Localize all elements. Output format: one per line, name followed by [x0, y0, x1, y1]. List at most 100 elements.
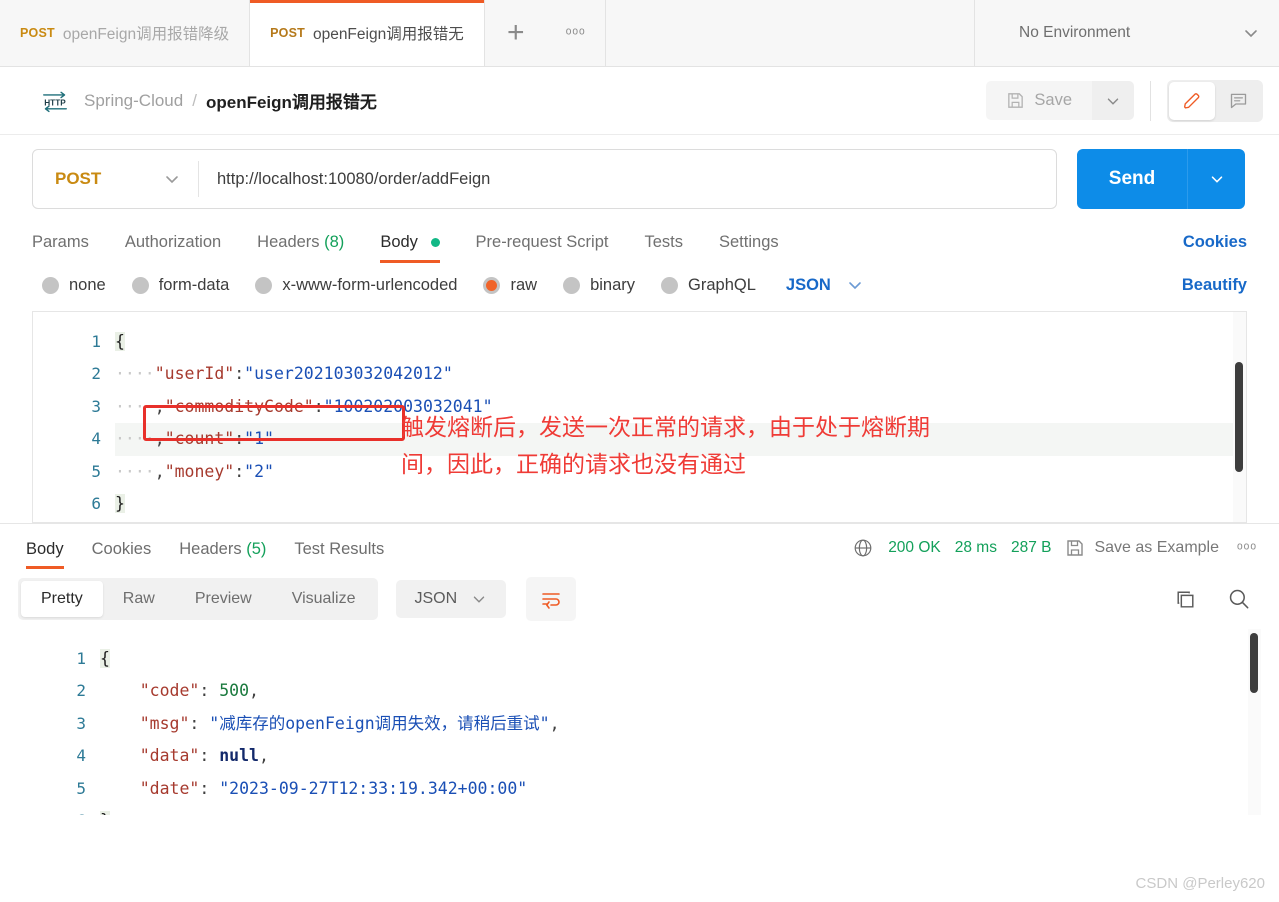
search-button[interactable] — [1217, 578, 1261, 620]
breadcrumb-separator: / — [192, 90, 197, 110]
chevron-down-icon — [1245, 30, 1257, 38]
tab-headers-label: Headers — [257, 233, 320, 251]
copy-button[interactable] — [1163, 578, 1207, 620]
scrollbar-thumb[interactable] — [1250, 633, 1258, 693]
response-tab-cookies[interactable]: Cookies — [92, 540, 152, 569]
scrollbar-thumb[interactable] — [1235, 362, 1243, 472]
url-input[interactable]: http://localhost:10080/order/addFeign — [199, 150, 1056, 208]
watermark: CSDN @Perley620 — [1135, 875, 1265, 892]
radio-icon — [661, 276, 679, 294]
tab-body[interactable]: Body — [380, 233, 440, 263]
code-line[interactable]: "msg": "减库存的openFeign调用失效，请稍后重试", — [100, 708, 1261, 740]
code-line[interactable]: { — [100, 643, 1261, 675]
body-type-binary[interactable]: binary — [563, 276, 635, 295]
line-number: 3 — [91, 396, 101, 416]
request-editor-scrollbar[interactable] — [1233, 312, 1246, 522]
code-token: : — [313, 396, 324, 416]
send-options-button[interactable] — [1187, 149, 1245, 209]
code-line[interactable]: "data": null, — [100, 740, 1261, 772]
radio-icon — [255, 276, 273, 294]
tab-settings[interactable]: Settings — [719, 233, 779, 263]
code-token: "code" — [139, 681, 200, 701]
request-tab-1[interactable]: POST openFeign调用报错无 — [250, 0, 485, 66]
tab-params[interactable]: Params — [32, 233, 89, 263]
response-status-group: 200 OK 28 ms 287 B Save as Example ᵒᵒᵒ — [852, 537, 1261, 569]
tab-pre-request-script[interactable]: Pre-request Script — [476, 233, 609, 263]
send-button-group: Send — [1077, 149, 1245, 209]
line-number: 6 — [18, 805, 86, 815]
response-body-editor[interactable]: 1 2 3 4 5 6 { "code": 500, "msg": "减库存的openFe… — [18, 629, 1261, 815]
tab-tests[interactable]: Tests — [644, 233, 683, 263]
tab-more-options-icon[interactable]: ᵒᵒᵒ — [547, 0, 605, 66]
request-tab-0[interactable]: POST openFeign调用报错降级 — [0, 0, 251, 66]
body-type-form-data-label: form-data — [158, 275, 230, 294]
environment-selector[interactable]: No Environment — [974, 0, 1279, 66]
code-line[interactable]: "code": 500, — [100, 675, 1261, 707]
tab-title-0: openFeign调用报错降级 — [62, 26, 230, 43]
body-type-urlencoded[interactable]: x-www-form-urlencoded — [255, 276, 457, 295]
tab-strip: POST openFeign调用报错降级 POST openFeign调用报错无… — [0, 0, 1279, 67]
code-token: : — [234, 364, 245, 384]
code-line[interactable]: } — [115, 488, 1246, 520]
response-format-selector[interactable]: JSON — [396, 580, 507, 618]
cookies-link[interactable]: Cookies — [1183, 233, 1247, 263]
new-tab-icon[interactable]: + — [485, 0, 547, 66]
body-type-graphql[interactable]: GraphQL — [661, 276, 756, 295]
response-more-options-icon[interactable]: ᵒᵒᵒ — [1233, 540, 1261, 557]
comment-button[interactable] — [1215, 82, 1261, 120]
beautify-button[interactable]: Beautify — [1182, 276, 1247, 295]
response-toolbar: Pretty Raw Preview Visualize JSON — [0, 569, 1279, 629]
response-tab-test-results[interactable]: Test Results — [294, 540, 384, 569]
body-type-form-data[interactable]: form-data — [131, 275, 230, 295]
line-number: 5 — [91, 461, 101, 481]
code-line[interactable]: ····"userId":"user202103032042012" — [115, 358, 1246, 390]
body-type-graphql-label: GraphQL — [688, 275, 756, 294]
body-type-raw[interactable]: raw — [483, 276, 537, 295]
tab-headers[interactable]: Headers (8) — [257, 233, 344, 263]
response-tab-headers[interactable]: Headers (5) — [179, 540, 266, 569]
response-format-label: JSON — [414, 590, 458, 607]
code-token: , — [258, 746, 269, 766]
response-tab-body[interactable]: Body — [26, 540, 64, 569]
response-tab-test-results-label: Test Results — [294, 540, 385, 558]
view-mode-preview[interactable]: Preview — [175, 581, 272, 617]
tab-headers-badge: (8) — [324, 233, 345, 251]
response-editor-scrollbar[interactable] — [1248, 629, 1261, 815]
chevron-down-icon — [849, 282, 861, 290]
view-mode-visualize[interactable]: Visualize — [272, 581, 376, 617]
chevron-down-icon — [1107, 97, 1119, 105]
code-token: "commodityCode" — [164, 396, 314, 416]
method-selector[interactable]: POST — [33, 150, 198, 208]
save-button-label: Save — [1034, 91, 1072, 109]
breadcrumb-collection[interactable]: Spring-Cloud — [84, 91, 183, 111]
response-code-area[interactable]: { "code": 500, "msg": "减库存的openFeign调用失效… — [100, 629, 1261, 815]
tab-tests-label: Tests — [644, 233, 683, 251]
view-mode-raw[interactable]: Raw — [103, 581, 175, 617]
save-as-example-button[interactable]: Save as Example — [1065, 538, 1219, 558]
view-mode-pretty[interactable]: Pretty — [21, 581, 103, 617]
globe-icon — [854, 539, 872, 557]
code-token: : — [199, 681, 220, 701]
body-type-none[interactable]: none — [42, 276, 106, 295]
code-line[interactable]: { — [115, 326, 1246, 358]
body-modified-dot-icon — [430, 238, 440, 248]
tab-authorization[interactable]: Authorization — [125, 233, 221, 263]
save-button[interactable]: Save — [986, 81, 1092, 120]
word-wrap-button[interactable] — [526, 577, 577, 621]
raw-format-selector[interactable]: JSON — [786, 275, 865, 295]
code-token: , — [549, 713, 560, 733]
code-line[interactable]: "date": "2023-09-27T12:33:19.342+00:00" — [100, 773, 1261, 805]
send-button[interactable]: Send — [1077, 149, 1187, 209]
radio-selected-icon — [483, 276, 501, 294]
code-token: null — [219, 746, 259, 766]
code-token: "count" — [164, 429, 235, 449]
edit-mode-button[interactable] — [1169, 81, 1215, 120]
breadcrumb-row: HTTP Spring-Cloud / openFeign调用报错无 Save — [0, 67, 1279, 135]
comment-icon — [1230, 93, 1246, 109]
code-token: } — [100, 810, 110, 815]
code-line[interactable]: } — [100, 805, 1261, 815]
request-body-editor[interactable]: 123456 {····"userId":"user20210303204201… — [32, 311, 1247, 523]
line-number: 3 — [76, 713, 86, 733]
save-options-button[interactable] — [1092, 81, 1134, 120]
save-button-group: Save — [986, 81, 1134, 120]
